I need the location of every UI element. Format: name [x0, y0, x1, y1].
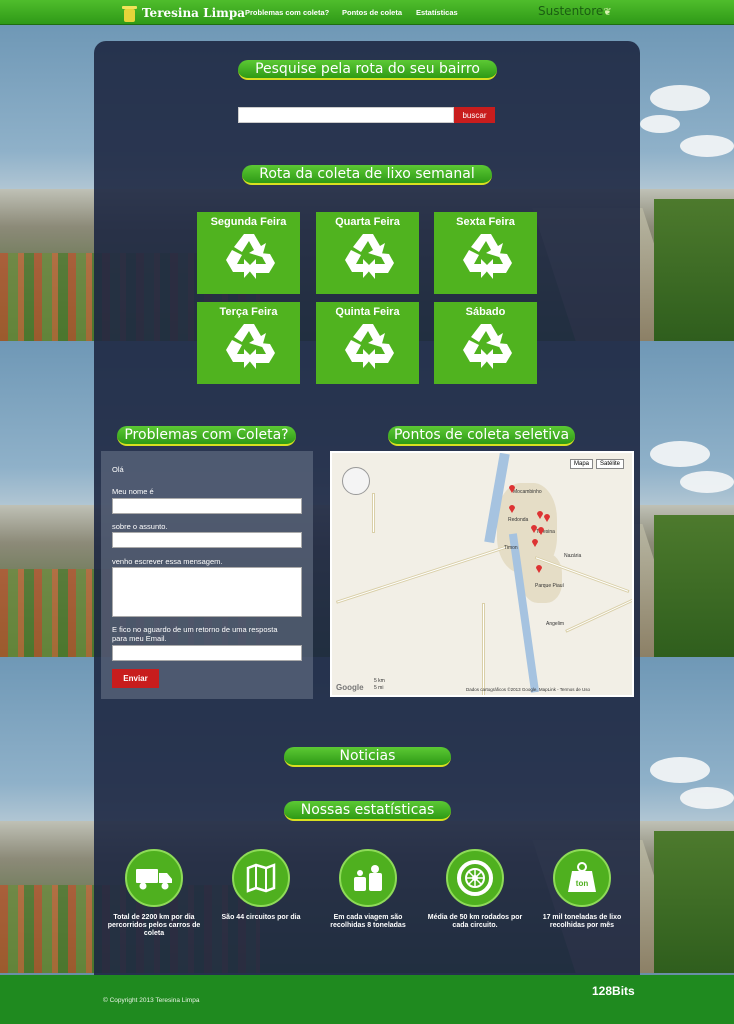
nav-link-problemas[interactable]: Problemas com coleta? [245, 8, 329, 17]
nav-link-estatisticas[interactable]: Estatísticas [416, 8, 458, 17]
copyright-text: © Copyright 2013 Teresina Limpa [103, 997, 200, 1004]
weight-icon: ton [568, 862, 596, 892]
map-town-label: Nazária [564, 553, 582, 559]
truck-icon [136, 869, 172, 890]
site-logo[interactable]: Teresina Limpa [120, 2, 245, 23]
map-scale: 5 km 5 mi [374, 678, 385, 692]
trash-can-icon [120, 3, 138, 23]
day-tile-sabado[interactable]: Sábado [434, 302, 537, 384]
map-town-label: Redonda [508, 517, 529, 523]
map-type-toggle[interactable]: Mapa [570, 459, 594, 469]
partner-name: Sustentore [538, 4, 604, 18]
recycle-icon [225, 234, 275, 279]
day-label: Sexta Feira [456, 216, 515, 228]
map-pan-control[interactable] [342, 467, 370, 495]
stat-text: Média de 50 km rodados por cada circuito… [427, 914, 523, 929]
scale-km: 5 km [374, 678, 385, 684]
stat-text: São 44 circuitos por dia [221, 914, 301, 921]
schedule-title: Rota da coleta de lixo semanal [242, 165, 492, 185]
search-input[interactable] [238, 107, 454, 123]
day-tile-sexta[interactable]: Sexta Feira [434, 212, 537, 294]
leaf-icon: ❦ [603, 7, 612, 18]
nav-link-pontos[interactable]: Pontos de coleta [342, 8, 402, 17]
day-label: Quarta Feira [335, 216, 400, 228]
recycle-icon [462, 324, 512, 369]
name-label: Meu nome é [112, 487, 154, 496]
stat-weight: ton [553, 849, 611, 907]
map-town-label: Mocambinho [513, 489, 542, 495]
contact-title: Problemas com Coleta? [117, 426, 296, 446]
day-tile-terca[interactable]: Terça Feira [197, 302, 300, 384]
day-tile-quinta[interactable]: Quinta Feira [316, 302, 419, 384]
trash-bags-icon [354, 865, 382, 891]
subject-field[interactable] [112, 532, 302, 548]
stat-map [232, 849, 290, 907]
message-label: venho escrever essa mensagem. [112, 557, 223, 566]
stat-truck [125, 849, 183, 907]
day-tile-segunda[interactable]: Segunda Feira [197, 212, 300, 294]
recycle-icon [344, 324, 394, 369]
email-field[interactable] [112, 645, 302, 661]
tire-icon [457, 860, 493, 896]
map-icon [246, 863, 276, 893]
reply-label: E fico no aguardo de um retorno de uma r… [112, 625, 278, 643]
map-marker-icon[interactable] [531, 537, 539, 547]
map-title: Pontos de coleta seletiva [388, 426, 575, 446]
map-attribution[interactable]: Dados cartográficos ©2013 Google, MapLin… [466, 687, 590, 692]
recycle-icon [344, 234, 394, 279]
stat-text: Total de 2200 km por dia percorridos pel… [107, 914, 201, 937]
stat-tire [446, 849, 504, 907]
developer-logo[interactable]: 128Bits [592, 984, 635, 998]
map-marker-icon[interactable] [535, 563, 543, 573]
send-button[interactable]: Enviar [112, 669, 159, 688]
map-marker-icon[interactable] [543, 512, 551, 522]
stat-trash-bags [339, 849, 397, 907]
google-logo: Google [336, 683, 364, 692]
satellite-type-toggle[interactable]: Satélite [596, 459, 625, 469]
stat-text: Em cada viagem são recolhidas 8 tonelada… [330, 914, 406, 929]
map-town-label: Parque Piauí [535, 583, 564, 589]
day-label: Sábado [465, 306, 506, 318]
recycle-icon [462, 234, 512, 279]
greeting-label: Olá [112, 465, 124, 474]
day-label: Quinta Feira [335, 306, 400, 318]
top-nav-bar: Teresina Limpa Problemas com coleta? Pon… [0, 0, 734, 25]
news-title: Noticias [284, 747, 451, 767]
stat-text: 17 mil toneladas de lixo recolhidas por … [542, 914, 622, 929]
search-button[interactable]: buscar [454, 107, 495, 123]
collection-points-map[interactable]: Mapa Satélite Mocambinho Redonda Teresin… [330, 451, 634, 697]
stats-title: Nossas estatísticas [284, 801, 451, 821]
weight-icon-label: ton [576, 879, 589, 888]
map-marker-icon[interactable] [508, 483, 516, 493]
day-label: Segunda Feira [210, 216, 287, 228]
map-marker-icon[interactable] [508, 503, 516, 513]
scale-mi: 5 mi [374, 685, 384, 691]
footer: © Copyright 2013 Teresina Limpa 128Bits [0, 975, 734, 1024]
map-town-label: Timon [504, 545, 518, 551]
subject-label: sobre o assunto. [112, 522, 168, 531]
partner-logo[interactable]: Sustentore❦ [538, 4, 612, 18]
day-tile-quarta[interactable]: Quarta Feira [316, 212, 419, 294]
recycle-icon [225, 324, 275, 369]
map-marker-icon[interactable] [537, 525, 545, 535]
name-field[interactable] [112, 498, 302, 514]
message-field[interactable] [112, 567, 302, 617]
day-label: Terça Feira [219, 306, 278, 318]
search-title: Pesquise pela rota do seu bairro [238, 60, 497, 80]
map-town-label: Angelim [546, 621, 565, 627]
logo-text: Teresina Limpa [142, 5, 245, 20]
